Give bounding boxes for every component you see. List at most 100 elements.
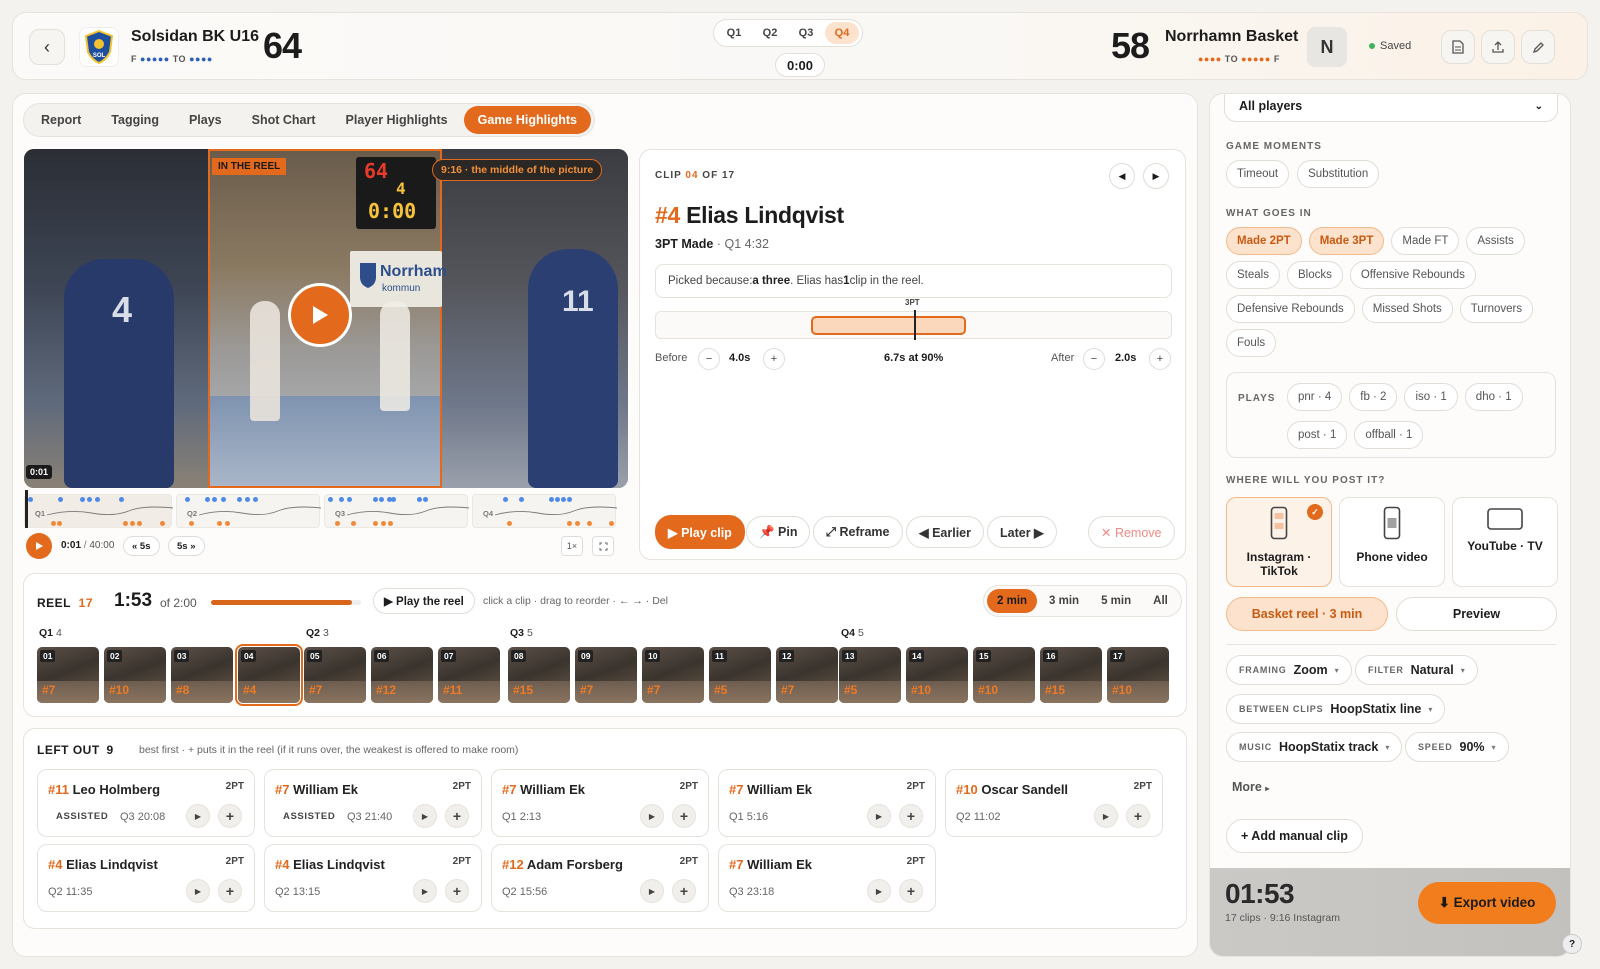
add-to-reel-button[interactable]: +: [672, 879, 696, 903]
reel-clip-thumbnail[interactable]: 07 #11: [438, 647, 500, 703]
pin-button[interactable]: 📌 Pin: [746, 516, 811, 548]
reel-clip-thumbnail[interactable]: 09 #7: [575, 647, 637, 703]
event-type-chip[interactable]: Made 2PT: [1226, 227, 1302, 255]
quarter-q3[interactable]: Q3: [789, 22, 823, 44]
edit-button[interactable]: [1521, 30, 1555, 64]
preview-clip-button[interactable]: ▶: [867, 879, 891, 903]
play-chip[interactable]: iso · 1: [1404, 383, 1458, 411]
play-chip[interactable]: post · 1: [1287, 421, 1348, 449]
clip-range-handle[interactable]: [811, 316, 966, 335]
rewind-5s-button[interactable]: « 5s: [123, 536, 160, 556]
event-type-chip[interactable]: Missed Shots: [1361, 295, 1453, 323]
tab-plays[interactable]: Plays: [175, 106, 236, 134]
quarter-q4[interactable]: Q4: [825, 22, 859, 44]
help-button[interactable]: ?: [1562, 934, 1582, 954]
add-to-reel-button[interactable]: +: [899, 804, 923, 828]
reel-clip-thumbnail[interactable]: 15 #10: [973, 647, 1035, 703]
reframe-button[interactable]: ⤢ Reframe: [813, 516, 903, 548]
preview-button[interactable]: Preview: [1396, 597, 1557, 631]
event-type-chip[interactable]: Made FT: [1391, 227, 1460, 255]
reel-clip-thumbnail[interactable]: 10 #7: [642, 647, 704, 703]
filter-select[interactable]: FILTER Natural ▾: [1355, 655, 1478, 685]
play-chip[interactable]: offball · 1: [1354, 421, 1424, 449]
music-select[interactable]: MUSIC HoopStatix track ▾: [1226, 732, 1403, 762]
event-type-chip[interactable]: Steals: [1226, 261, 1280, 289]
before-increase-button[interactable]: +: [763, 348, 785, 370]
prev-clip-button[interactable]: ◀: [1109, 163, 1135, 189]
play-chip[interactable]: fb · 2: [1349, 383, 1398, 411]
left-out-card[interactable]: #7 William Ek 2PT Q1 5:16 ▶ +: [718, 769, 936, 837]
quarter-q1[interactable]: Q1: [717, 22, 751, 44]
reel-clip-thumbnail[interactable]: 04 #4: [235, 644, 303, 706]
play-chip[interactable]: pnr · 4: [1287, 383, 1343, 411]
quarter-q2[interactable]: Q2: [753, 22, 787, 44]
timeline-segment[interactable]: Q3: [324, 494, 469, 528]
speed-button[interactable]: 1×: [561, 536, 583, 556]
between-clips-select[interactable]: BETWEEN CLIPS HoopStatix line ▾: [1226, 694, 1446, 724]
timeline-segment[interactable]: Q1: [24, 494, 173, 528]
tab-shot-chart[interactable]: Shot Chart: [238, 106, 330, 134]
play-chip[interactable]: dho · 1: [1464, 383, 1523, 411]
reel-clip-thumbnail[interactable]: 06 #12: [371, 647, 433, 703]
clip-trim-track[interactable]: [655, 310, 1172, 340]
reel-length-option[interactable]: 5 min: [1091, 589, 1141, 613]
preview-clip-button[interactable]: ▶: [186, 879, 210, 903]
add-to-reel-button[interactable]: +: [218, 879, 242, 903]
reel-length-option[interactable]: 2 min: [987, 589, 1038, 613]
reel-clip-thumbnail[interactable]: 05 #7: [304, 647, 366, 703]
after-increase-button[interactable]: +: [1149, 348, 1171, 370]
video-player[interactable]: 64 4 0:00 Norrham kommun 4 11 IN THE REE…: [24, 149, 628, 488]
event-type-chip[interactable]: Defensive Rebounds: [1226, 295, 1355, 323]
forward-5s-button[interactable]: 5s »: [168, 536, 205, 556]
framing-select[interactable]: FRAMING Zoom ▾: [1226, 655, 1352, 685]
tab-player-highlights[interactable]: Player Highlights: [332, 106, 462, 134]
format-option[interactable]: YouTube · TV: [1452, 497, 1558, 587]
format-option[interactable]: Instagram · TikTok ✓: [1226, 497, 1332, 587]
event-type-chip[interactable]: Assists: [1466, 227, 1525, 255]
format-option[interactable]: Phone video: [1339, 497, 1445, 587]
add-manual-clip-button[interactable]: + Add manual clip: [1226, 819, 1363, 853]
timeline-segment[interactable]: Q2: [176, 494, 321, 528]
reel-length-option[interactable]: 3 min: [1039, 589, 1089, 613]
report-button[interactable]: [1441, 30, 1475, 64]
add-to-reel-button[interactable]: +: [218, 804, 242, 828]
tab-game-highlights[interactable]: Game Highlights: [463, 106, 591, 134]
add-to-reel-button[interactable]: +: [445, 879, 469, 903]
reel-length-option[interactable]: All: [1143, 589, 1178, 613]
event-type-chip[interactable]: Offensive Rebounds: [1349, 261, 1476, 289]
share-button[interactable]: [1481, 30, 1515, 64]
reel-clip-thumbnail[interactable]: 02 #10: [104, 647, 166, 703]
timeline-segment[interactable]: Q4: [472, 494, 617, 528]
transport-play-button[interactable]: [26, 533, 52, 559]
preset-button[interactable]: Basket reel · 3 min: [1226, 597, 1388, 631]
add-to-reel-button[interactable]: +: [445, 804, 469, 828]
export-button[interactable]: ⬇ Export video: [1418, 882, 1556, 924]
add-to-reel-button[interactable]: +: [899, 879, 923, 903]
left-out-card[interactable]: #4 Elias Lindqvist 2PT Q2 11:35 ▶ +: [37, 844, 255, 912]
left-out-card[interactable]: #7 William Ek 2PT ASSISTED Q3 21:40 ▶ +: [264, 769, 482, 837]
before-decrease-button[interactable]: −: [698, 348, 720, 370]
play-reel-button[interactable]: ▶ Play the reel: [373, 588, 475, 614]
tab-tagging[interactable]: Tagging: [97, 106, 173, 134]
preview-clip-button[interactable]: ▶: [640, 879, 664, 903]
reel-clip-thumbnail[interactable]: 13 #5: [839, 647, 901, 703]
preview-clip-button[interactable]: ▶: [186, 804, 210, 828]
reel-clip-thumbnail[interactable]: 12 #7: [776, 647, 838, 703]
next-clip-button[interactable]: ▶: [1143, 163, 1169, 189]
preview-clip-button[interactable]: ▶: [640, 804, 664, 828]
add-to-reel-button[interactable]: +: [672, 804, 696, 828]
game-timeline[interactable]: Q1 Q2 Q3 Q4: [24, 490, 628, 528]
event-type-chip[interactable]: Made 3PT: [1308, 227, 1385, 255]
reel-clip-thumbnail[interactable]: 08 #15: [508, 647, 570, 703]
left-out-card[interactable]: #7 William Ek 2PT Q3 23:18 ▶ +: [718, 844, 936, 912]
left-out-card[interactable]: #12 Adam Forsberg 2PT Q2 15:56 ▶ +: [491, 844, 709, 912]
moment-chip[interactable]: Substitution: [1297, 160, 1380, 188]
left-out-card[interactable]: #10 Oscar Sandell 2PT Q2 11:02 ▶ +: [945, 769, 1163, 837]
tab-report[interactable]: Report: [27, 106, 95, 134]
fullscreen-button[interactable]: [592, 536, 614, 556]
speed-select[interactable]: SPEED 90% ▾: [1405, 732, 1509, 762]
event-type-chip[interactable]: Blocks: [1286, 261, 1343, 289]
preview-clip-button[interactable]: ▶: [867, 804, 891, 828]
moment-chip[interactable]: Timeout: [1226, 160, 1290, 188]
reel-clip-thumbnail[interactable]: 03 #8: [171, 647, 233, 703]
